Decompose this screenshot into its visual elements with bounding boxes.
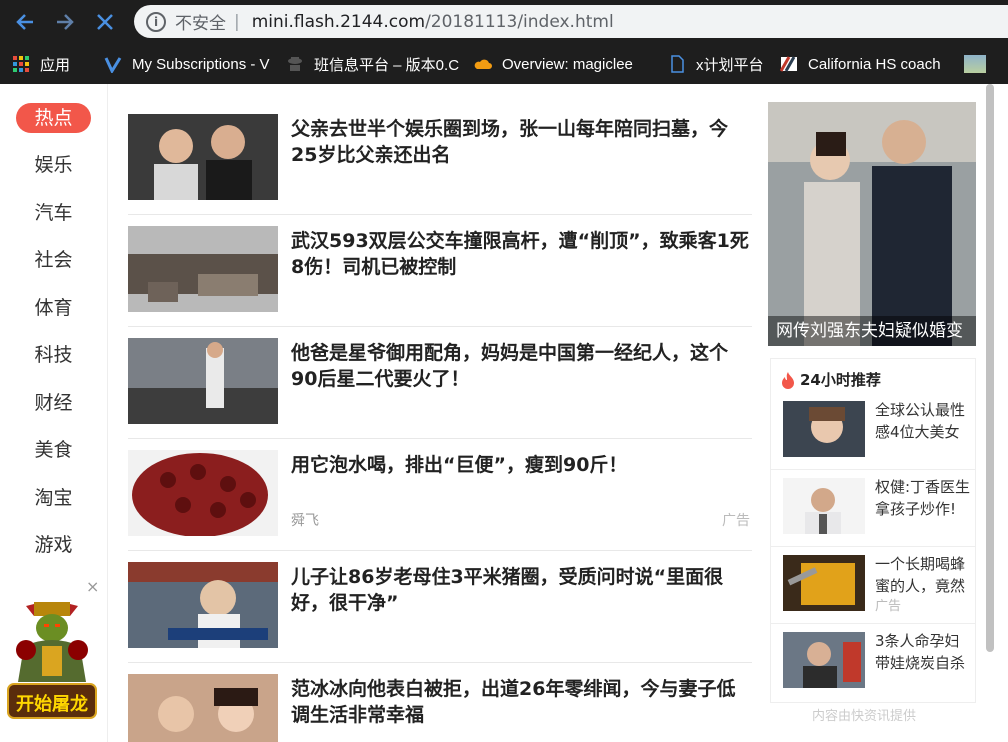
recommend-title[interactable]: 3条人命孕妇带娃烧炭自杀 bbox=[875, 630, 973, 674]
arrow-left-icon bbox=[16, 14, 33, 30]
news-title[interactable]: 范冰冰向他表白被拒，出道26年零绯闻，今与妻子低调生活非常幸福 bbox=[291, 676, 751, 728]
page-icon bbox=[671, 55, 684, 73]
browser-toolbar: i 不安全 | mini.flash.2144.com/20181113/ind… bbox=[0, 0, 1008, 44]
bookmark-label: My Subscriptions - V bbox=[132, 55, 270, 73]
category-taobao[interactable]: 淘宝 bbox=[16, 483, 91, 513]
bookmarks-bar: 应用 My Subscriptions - V 班信息平台 – 版本0.C Ov… bbox=[0, 44, 1008, 84]
news-item[interactable]: 他爸是星爷御用配角，妈妈是中国第一经纪人，这个90后星二代要火了！ bbox=[128, 328, 752, 439]
news-thumbnail[interactable] bbox=[128, 114, 278, 200]
arrow-right-icon bbox=[57, 14, 74, 30]
bookmark-x-plan[interactable]: x计划平台 bbox=[656, 44, 768, 84]
cloud-icon bbox=[474, 59, 492, 69]
news-item[interactable]: 范冰冰向他表白被拒，出道26年零绯闻，今与妻子低调生活非常幸福 bbox=[128, 664, 752, 742]
recommend-title[interactable]: 一个长期喝蜂蜜的人，竟然 bbox=[875, 553, 973, 597]
recommend-thumbnail[interactable] bbox=[783, 555, 865, 611]
category-auto[interactable]: 汽车 bbox=[16, 198, 91, 228]
game-ad-label: 开始屠龙 bbox=[16, 694, 88, 715]
hero-caption: 网传刘强东夫妇疑似婚变 bbox=[768, 316, 976, 346]
bookmark-apps[interactable]: 应用 bbox=[0, 44, 92, 84]
category-hot[interactable]: 热点 bbox=[16, 103, 91, 133]
info-icon[interactable]: i bbox=[146, 11, 166, 32]
recommend-heading-label: 24小时推荐 bbox=[800, 371, 881, 389]
bookmark-class-platform[interactable]: 班信息平台 – 版本0.C bbox=[274, 44, 462, 84]
news-thumbnail[interactable] bbox=[128, 450, 278, 536]
category-food[interactable]: 美食 bbox=[16, 435, 91, 465]
recommend-title[interactable]: 权健:丁香医生拿孩子炒作! bbox=[875, 476, 973, 520]
recommend-panel: 24小时推荐 全球公认最性感4位大美女 权健:丁香医生拿孩子炒作! 一个长期喝蜂… bbox=[770, 358, 976, 703]
news-item[interactable]: 用它泡水喝，排出“巨便”，瘦到90斤！ 舜飞 广告 bbox=[128, 440, 752, 551]
page-scrollbar[interactable] bbox=[986, 84, 994, 652]
close-icon bbox=[97, 14, 113, 30]
news-thumbnail[interactable] bbox=[128, 674, 278, 742]
bookmark-label: California HS coach bbox=[808, 55, 941, 73]
forward-button[interactable] bbox=[50, 7, 80, 37]
news-item[interactable]: 父亲去世半个娱乐圈到场，张一山每年陪同扫墓，今25岁比父亲还出名 bbox=[128, 104, 752, 215]
url-separator: | bbox=[234, 11, 240, 32]
news-thumbnail[interactable] bbox=[128, 562, 278, 648]
recommend-thumbnail[interactable] bbox=[783, 401, 865, 457]
news-source: 舜飞 bbox=[291, 513, 319, 529]
ad-close-button[interactable]: × bbox=[86, 577, 99, 596]
recommend-heading: 24小时推荐 bbox=[781, 369, 881, 390]
category-tech[interactable]: 科技 bbox=[16, 340, 91, 370]
category-finance[interactable]: 财经 bbox=[16, 388, 91, 418]
security-label: 不安全 bbox=[175, 14, 226, 34]
stop-button[interactable] bbox=[90, 7, 120, 37]
recommend-item[interactable]: 全球公认最性感4位大美女 bbox=[771, 393, 975, 470]
address-bar[interactable]: i 不安全 | mini.flash.2144.com/20181113/ind… bbox=[134, 5, 1008, 38]
bookmark-california[interactable]: California HS coach bbox=[768, 44, 958, 84]
hero-story[interactable]: 网传刘强东夫妇疑似婚变 bbox=[768, 102, 976, 346]
recommend-item[interactable]: 权健:丁香医生拿孩子炒作! bbox=[771, 470, 975, 547]
news-item[interactable]: 武汉593双层公交车撞限高杆，遭“削顶”，致乘客1死8伤！司机已被控制 bbox=[128, 216, 752, 327]
game-ad-banner[interactable]: 开始屠龙 bbox=[4, 596, 100, 724]
news-title[interactable]: 武汉593双层公交车撞限高杆，遭“削顶”，致乘客1死8伤！司机已被控制 bbox=[291, 228, 751, 280]
recommend-thumbnail[interactable] bbox=[783, 478, 865, 534]
ad-badge: 广告 bbox=[722, 513, 750, 529]
ad-badge: 广告 bbox=[875, 599, 902, 614]
category-entertainment[interactable]: 娱乐 bbox=[16, 150, 91, 180]
fire-icon bbox=[782, 371, 794, 389]
recommend-title[interactable]: 全球公认最性感4位大美女 bbox=[875, 399, 973, 443]
bookmark-subscriptions[interactable]: My Subscriptions - V bbox=[92, 44, 274, 84]
news-title[interactable]: 他爸是星爷御用配角，妈妈是中国第一经纪人，这个90后星二代要火了！ bbox=[291, 340, 751, 392]
bookmark-label: 应用 bbox=[40, 56, 71, 74]
v-logo-icon bbox=[104, 57, 122, 73]
recommend-thumbnail[interactable] bbox=[783, 632, 865, 688]
category-sports[interactable]: 体育 bbox=[16, 293, 91, 323]
hero-image bbox=[768, 102, 976, 346]
news-item[interactable]: 儿子让86岁老母住3平米猪圈，受质问时说“里面很好，很干净” bbox=[128, 552, 752, 663]
news-title[interactable]: 儿子让86岁老母住3平米猪圈，受质问时说“里面很好，很干净” bbox=[291, 564, 751, 616]
bookmark-label: x计划平台 bbox=[696, 56, 764, 74]
apps-grid-icon bbox=[13, 56, 29, 72]
spy-icon bbox=[288, 57, 302, 71]
flag-icon bbox=[780, 56, 797, 72]
news-thumbnail[interactable] bbox=[128, 226, 278, 312]
recommend-item[interactable]: 一个长期喝蜂蜜的人，竟然 广告 bbox=[771, 547, 975, 624]
url-host: mini.flash.2144.com bbox=[251, 11, 426, 32]
content-credit: 内容由快资讯提供 bbox=[812, 709, 917, 724]
bookmark-label: 班信息平台 – 版本0.C bbox=[314, 56, 460, 74]
url-path: /20181113/index.html bbox=[425, 11, 614, 32]
landscape-icon[interactable] bbox=[964, 55, 986, 73]
category-games[interactable]: 游戏 bbox=[16, 530, 91, 560]
news-thumbnail[interactable] bbox=[128, 338, 278, 424]
category-society[interactable]: 社会 bbox=[16, 245, 91, 275]
news-title[interactable]: 父亲去世半个娱乐圈到场，张一山每年陪同扫墓，今25岁比父亲还出名 bbox=[291, 116, 751, 168]
back-button[interactable] bbox=[10, 7, 40, 37]
news-title[interactable]: 用它泡水喝，排出“巨便”，瘦到90斤！ bbox=[291, 452, 751, 478]
bookmark-overview[interactable]: Overview: magiclee bbox=[462, 44, 656, 84]
bookmark-label: Overview: magiclee bbox=[502, 55, 633, 73]
category-sidebar: 热点 娱乐 汽车 社会 体育 科技 财经 美食 淘宝 游戏 × 开始屠龙 bbox=[0, 84, 108, 742]
recommend-item[interactable]: 3条人命孕妇带娃烧炭自杀 bbox=[771, 624, 975, 701]
